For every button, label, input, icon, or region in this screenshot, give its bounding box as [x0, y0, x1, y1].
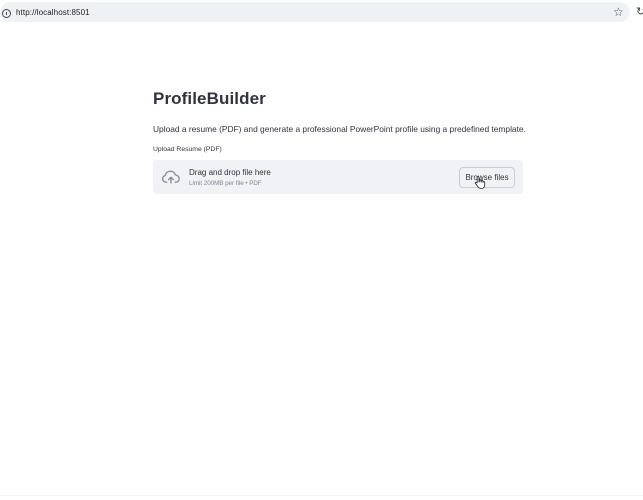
file-dropzone[interactable]: Drag and drop file here Limit 200MB per …: [153, 160, 523, 194]
hand-cursor-icon: [474, 176, 486, 189]
browse-files-button[interactable]: Browse files: [459, 167, 515, 188]
page-description: Upload a resume (PDF) and generate a pro…: [153, 124, 526, 134]
main-content: ProfileBuilder Upload a resume (PDF) and…: [153, 88, 526, 194]
reload-icon[interactable]: ↻: [636, 4, 643, 20]
dropzone-instructions: Drag and drop file here: [189, 168, 271, 177]
cloud-upload-icon: [161, 170, 180, 184]
star-icon[interactable]: ☆: [613, 4, 624, 20]
upload-label: Upload Resume (PDF): [153, 146, 222, 153]
info-icon[interactable]: [2, 9, 11, 18]
url-text[interactable]: http://localhost:8501: [16, 8, 90, 17]
address-bar[interactable]: http://localhost:8501: [0, 2, 630, 22]
file-limit-text: Limit 200MB per file • PDF: [189, 180, 262, 187]
page-title: ProfileBuilder: [153, 89, 266, 108]
window-bottom-edge: [0, 495, 643, 496]
browser-toolbar: http://localhost:8501 ☆ ↻: [0, 0, 643, 24]
